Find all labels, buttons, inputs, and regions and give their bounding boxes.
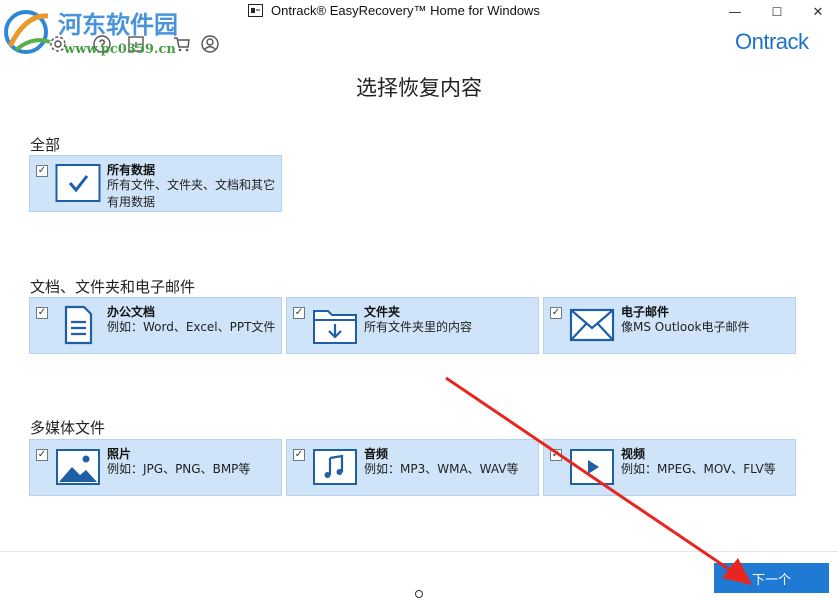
option-desc: 例如：MPEG、MOV、FLV等 xyxy=(621,462,776,476)
option-desc: 例如：Word、Excel、PPT文件 xyxy=(107,320,276,334)
email-icon xyxy=(569,308,615,342)
option-email[interactable]: ✓ 电子邮件 像MS Outlook电子邮件 xyxy=(543,297,796,354)
page-title: 选择恢复内容 xyxy=(356,76,482,100)
section-label-multimedia: 多媒体文件 xyxy=(30,419,106,437)
folder-icon xyxy=(313,310,357,344)
document-icon xyxy=(64,305,93,345)
maximize-button[interactable]: ☐ xyxy=(757,0,797,24)
option-name: 文件夹 xyxy=(364,305,401,319)
option-desc: 例如：JPG、PNG、BMP等 xyxy=(107,462,251,476)
account-icon[interactable] xyxy=(200,34,220,54)
option-desc: 像MS Outlook电子邮件 xyxy=(621,320,750,334)
footer-divider xyxy=(0,551,838,552)
option-folders[interactable]: ✓ 文件夹 所有文件夹里的内容 xyxy=(286,297,539,354)
option-name: 视频 xyxy=(621,447,646,461)
option-desc: 所有文件、文件夹、文档和其它有用数据 xyxy=(107,178,276,209)
checkbox-folders[interactable]: ✓ xyxy=(293,307,305,319)
option-desc: 所有文件夹里的内容 xyxy=(364,320,473,334)
option-name: 办公文档 xyxy=(107,305,156,319)
option-video[interactable]: ✓ 视频 例如：MPEG、MOV、FLV等 xyxy=(543,439,796,496)
option-photos[interactable]: ✓ 照片 例如：JPG、PNG、BMP等 xyxy=(29,439,282,496)
checkbox-office-docs[interactable]: ✓ xyxy=(36,307,48,319)
checkbox-all-data[interactable]: ✓ xyxy=(36,165,48,177)
option-office-docs[interactable]: ✓ 办公文档 例如：Word、Excel、PPT文件 xyxy=(29,297,282,354)
section-label-documents: 文档、文件夹和电子邮件 xyxy=(30,278,196,296)
option-name: 所有数据 xyxy=(107,163,156,177)
option-desc: 例如：MP3、WMA、WAV等 xyxy=(364,462,519,476)
watermark-logo xyxy=(4,10,51,54)
checkbox-audio[interactable]: ✓ xyxy=(293,449,305,461)
ontrack-logo: Ontrack xyxy=(735,29,809,54)
close-button[interactable]: ✕ xyxy=(798,0,838,24)
mouse-cursor xyxy=(415,590,423,598)
music-icon xyxy=(313,449,357,485)
section-label-all: 全部 xyxy=(30,136,61,154)
option-all-data[interactable]: ✓ 所有数据 所有文件、文件夹、文档和其它有用数据 xyxy=(29,155,282,212)
option-name: 音频 xyxy=(364,447,389,461)
option-name: 电子邮件 xyxy=(621,305,670,319)
next-button[interactable]: 下一个 xyxy=(714,563,829,593)
watermark-site-name: 河东软件园 xyxy=(58,10,178,39)
minimize-button[interactable]: — xyxy=(715,0,755,24)
photo-icon xyxy=(56,449,100,485)
watermark-url: www.pc0359.cn xyxy=(64,42,176,57)
window-title: Ontrack® EasyRecovery™ Home for Windows xyxy=(271,3,540,18)
option-audio[interactable]: ✓ 音频 例如：MP3、WMA、WAV等 xyxy=(286,439,539,496)
app-icon xyxy=(248,4,263,17)
checkbox-photos[interactable]: ✓ xyxy=(36,449,48,461)
video-icon xyxy=(570,449,614,485)
check-icon xyxy=(55,164,101,202)
checkbox-video[interactable]: ✓ xyxy=(550,449,562,461)
checkbox-email[interactable]: ✓ xyxy=(550,307,562,319)
option-name: 照片 xyxy=(107,447,132,461)
